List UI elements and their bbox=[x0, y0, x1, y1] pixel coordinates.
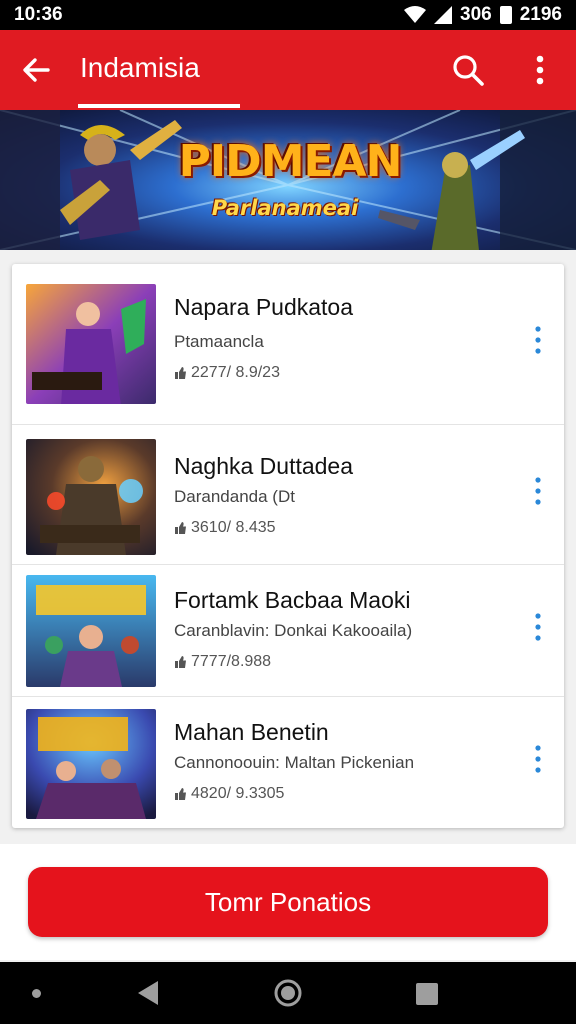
status-battery-text: 2196 bbox=[519, 4, 562, 25]
more-vertical-icon bbox=[535, 326, 541, 354]
thumbs-up-icon bbox=[175, 788, 186, 800]
list-item[interactable]: Fortamk Bacbaa Maoki Caranblavin: Donkai… bbox=[12, 564, 564, 696]
status-time: 10:36 bbox=[14, 4, 63, 25]
item-stat: 3610/ 8.435 bbox=[174, 519, 276, 537]
wifi-icon bbox=[404, 6, 427, 23]
item-subtitle: Darandanda (Dt bbox=[174, 487, 295, 506]
arrow-left-icon bbox=[23, 58, 50, 82]
banner-title: PIDMEAN bbox=[178, 136, 403, 187]
game-thumbnail bbox=[26, 709, 156, 819]
item-title: Mahan Benetin bbox=[174, 719, 329, 745]
nav-dot-indicator bbox=[32, 989, 41, 998]
system-nav-bar bbox=[0, 962, 576, 1024]
item-subtitle: Cannonoouin: Maltan Pickenian bbox=[174, 753, 415, 772]
game-list: Napara Pudkatoa Ptamaancla 2277/ 8.9/23 … bbox=[12, 264, 564, 828]
status-icons: 306 2196 bbox=[404, 4, 562, 26]
nav-home-icon[interactable] bbox=[274, 979, 302, 1007]
item-title: Fortamk Bacbaa Maoki bbox=[174, 587, 411, 613]
item-more-button[interactable] bbox=[524, 607, 552, 647]
thumbs-up-icon bbox=[175, 522, 186, 534]
list-item[interactable]: Naghka Duttadea Darandanda (Dt 3610/ 8.4… bbox=[12, 424, 564, 564]
list-item[interactable]: Mahan Benetin Cannonoouin: Maltan Picken… bbox=[12, 696, 564, 828]
more-vertical-icon bbox=[536, 55, 544, 85]
status-signal-text: 306 bbox=[460, 4, 492, 25]
game-thumbnail bbox=[26, 439, 156, 555]
item-stat: 4820/ 9.3305 bbox=[174, 785, 284, 803]
tab-indicator bbox=[78, 104, 240, 108]
game-thumbnail bbox=[26, 284, 156, 404]
item-title: Napara Pudkatoa bbox=[174, 294, 354, 320]
more-vertical-icon bbox=[535, 613, 541, 641]
search-icon bbox=[453, 55, 484, 86]
more-options-button[interactable] bbox=[504, 30, 576, 110]
item-title: Naghka Duttadea bbox=[174, 453, 354, 479]
item-stat: 2277/ 8.9/23 bbox=[174, 364, 280, 382]
more-vertical-icon bbox=[535, 745, 541, 773]
item-stat-value: 2277/ 8.9/23 bbox=[191, 364, 280, 381]
item-stat-value: 4820/ 9.3305 bbox=[191, 785, 285, 802]
nav-recents-icon[interactable] bbox=[416, 983, 438, 1005]
item-more-button[interactable] bbox=[524, 739, 552, 779]
thumbs-up-icon bbox=[175, 367, 186, 379]
thumbs-up-icon bbox=[175, 656, 186, 668]
item-subtitle: Caranblavin: Donkai Kakooaila) bbox=[174, 621, 413, 640]
app-actions bbox=[432, 30, 576, 110]
list-item[interactable]: Napara Pudkatoa Ptamaancla 2277/ 8.9/23 bbox=[12, 264, 564, 424]
item-stat: 7777/8.988 bbox=[174, 653, 271, 671]
item-subtitle: Ptamaancla bbox=[174, 332, 264, 351]
search-button[interactable] bbox=[432, 30, 504, 110]
page-title: Indamisia bbox=[80, 52, 200, 83]
item-more-button[interactable] bbox=[524, 320, 552, 360]
item-stat-value: 3610/ 8.435 bbox=[191, 519, 276, 536]
item-more-button[interactable] bbox=[524, 471, 552, 511]
app-bar: Indamisia bbox=[0, 30, 576, 110]
banner-subtitle: Parlanameai bbox=[211, 196, 359, 220]
battery-icon bbox=[499, 6, 512, 24]
game-thumbnail bbox=[26, 575, 156, 687]
more-vertical-icon bbox=[535, 477, 541, 505]
back-button[interactable] bbox=[0, 30, 72, 110]
item-stat-value: 7777/8.988 bbox=[191, 653, 272, 670]
signal-icon bbox=[434, 6, 453, 24]
nav-back-icon[interactable] bbox=[136, 979, 160, 1007]
primary-action-button[interactable]: Tomr Ponatios bbox=[28, 867, 548, 937]
game-banner[interactable]: PIDMEAN Parlanameai bbox=[0, 110, 576, 250]
status-bar: 10:36 306 2196 bbox=[0, 0, 576, 30]
